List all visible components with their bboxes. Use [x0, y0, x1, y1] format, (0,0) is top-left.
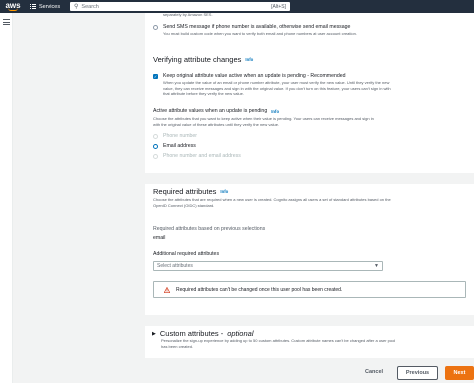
based-on-selections-label: Required attributes based on previous se…	[153, 226, 266, 232]
phone-number-radio[interactable]	[153, 134, 158, 139]
top-navigation-bar: aws Services ⚲ Search [Alt+S]	[0, 0, 474, 13]
required-attributes-panel: Required attributes Info Choose the attr…	[145, 184, 474, 315]
sms-partial-text: separately by Amazon SES.	[163, 12, 213, 17]
additional-attributes-label: Additional required attributes	[153, 251, 220, 257]
search-placeholder: Search	[81, 3, 99, 10]
active-values-desc-1: Choose the attributes that you want to k…	[153, 116, 374, 121]
custom-desc-1: Personalize the sign-up experience by ad…	[161, 338, 396, 343]
active-values-label: Active attribute values when an update i…	[153, 108, 268, 114]
services-menu-button[interactable]: Services	[30, 3, 61, 10]
warning-alert: Required attributes can't be changed onc…	[153, 281, 466, 298]
required-desc-2: OpenID Connect (OIDC) standard.	[153, 202, 215, 208]
verifying-section-title: Verifying attribute changes	[153, 55, 242, 64]
required-info-link[interactable]: Info	[220, 189, 228, 194]
verifying-info-link[interactable]: Info	[245, 57, 253, 62]
phone-number-label[interactable]: Phone number	[163, 133, 197, 139]
custom-attributes-panel: ▶ Custom attributes - optional Personali…	[145, 326, 474, 358]
message-delivery-panel: separately by Amazon SES. Send SMS messa…	[145, 12, 474, 173]
additional-attributes-select[interactable]: Select attributes ▼	[153, 261, 383, 271]
email-address-radio[interactable]	[153, 144, 158, 149]
sms-option-label[interactable]: Send SMS message if phone number is avai…	[163, 24, 350, 30]
cancel-button[interactable]: Cancel	[365, 369, 383, 375]
phone-and-email-radio[interactable]	[153, 154, 158, 159]
aws-logo[interactable]: aws	[0, 0, 26, 13]
keep-original-desc-3: that attribute before they verify the ne…	[163, 91, 244, 96]
side-navigation-strip	[0, 13, 13, 383]
previous-button[interactable]: Previous	[397, 366, 438, 380]
search-shortcut: [Alt+S]	[271, 3, 286, 10]
custom-title-optional: optional	[227, 329, 254, 338]
keep-original-label[interactable]: Keep original attribute value active whe…	[163, 73, 346, 79]
phone-and-email-label[interactable]: Phone number and email address	[163, 153, 241, 159]
sms-option-radio[interactable]	[153, 25, 158, 30]
chevron-down-icon: ▼	[374, 263, 379, 269]
based-on-selections-value: email	[153, 235, 166, 241]
warning-icon	[164, 286, 170, 293]
wizard-footer: Cancel Previous Next	[145, 364, 474, 383]
custom-attributes-expander[interactable]: ▶ Custom attributes - optional	[152, 329, 254, 338]
active-values-info-link[interactable]: Info	[271, 109, 279, 114]
custom-title-main: Custom attributes -	[159, 329, 224, 338]
email-address-label[interactable]: Email address	[163, 143, 196, 149]
caret-right-icon: ▶	[152, 330, 156, 337]
menu-icon[interactable]	[3, 19, 10, 27]
keep-original-desc-2: value, they can receive messages and sig…	[163, 85, 391, 91]
search-icon: ⚲	[74, 4, 79, 10]
select-placeholder: Select attributes	[157, 263, 193, 269]
search-input[interactable]: ⚲ Search [Alt+S]	[70, 2, 290, 11]
next-button[interactable]: Next	[445, 366, 474, 380]
custom-desc-2: has been created.	[161, 343, 194, 349]
keep-original-checkbox[interactable]: ✓	[153, 74, 158, 79]
aws-smile-icon	[8, 8, 18, 11]
sms-option-description: You must build custom code when you want…	[163, 31, 357, 36]
required-desc-1: Choose the attributes that are required …	[153, 197, 391, 202]
services-label: Services	[39, 3, 61, 10]
keep-original-desc-1: When you update the value of an email or…	[163, 80, 390, 85]
grid-icon	[30, 3, 36, 10]
active-values-desc-2: with the original value of these attribu…	[153, 121, 280, 127]
required-section-title: Required attributes	[153, 187, 217, 196]
warning-alert-text: Required attributes can't be changed onc…	[176, 286, 343, 293]
